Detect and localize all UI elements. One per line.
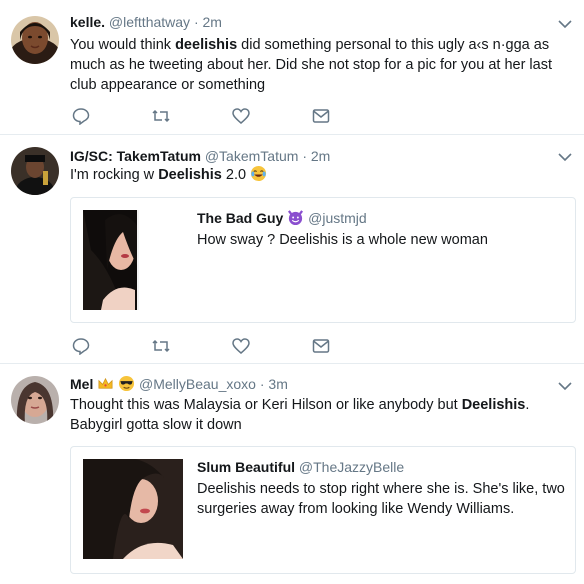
- timestamp[interactable]: 2m: [203, 14, 222, 30]
- like-icon[interactable]: [232, 107, 250, 125]
- quoted-tweet-image[interactable]: [83, 210, 183, 310]
- quoted-tweet-header: Slum Beautiful @TheJazzyBelle: [197, 457, 567, 477]
- quoted-tweet-text: Deelishis needs to stop right where she …: [197, 481, 565, 517]
- highlight-keyword: Deelishis: [158, 167, 222, 183]
- display-name[interactable]: kelle.: [70, 14, 105, 30]
- tears-of-joy-emoji-icon: [251, 165, 267, 182]
- tweet-header: kelle. @leftthatway · 2m: [70, 13, 222, 31]
- tweet-1[interactable]: kelle. @leftthatway · 2m You would think…: [0, 0, 584, 135]
- sunglasses-emoji-icon: [119, 375, 135, 392]
- tweet-text: I'm rocking w Deelishis 2.0: [70, 165, 575, 185]
- like-icon[interactable]: [232, 337, 250, 355]
- username[interactable]: @MellyBeau_xoxo: [139, 376, 256, 392]
- quoted-username[interactable]: @justmjd: [308, 210, 367, 226]
- retweet-icon[interactable]: [152, 337, 170, 355]
- chevron-down-icon[interactable]: [558, 152, 572, 162]
- separator: ·: [193, 14, 199, 30]
- timestamp[interactable]: 2m: [311, 148, 330, 164]
- separator: ·: [259, 376, 265, 392]
- display-name[interactable]: IG/SC: TakemTatum: [70, 148, 201, 164]
- tweet-actions: [72, 107, 342, 125]
- tweet-text: You would think deelishis did something …: [70, 37, 552, 93]
- username[interactable]: @leftthatway: [109, 14, 190, 30]
- tweet-2[interactable]: IG/SC: TakemTatum @TakemTatum · 2m I'm r…: [0, 135, 584, 364]
- chevron-down-icon[interactable]: [558, 19, 572, 29]
- quoted-username[interactable]: @TheJazzyBelle: [299, 459, 404, 475]
- highlight-keyword: Deelishis: [461, 397, 526, 413]
- tweet-header: Mel @MellyBeau_xoxo · 3m: [70, 375, 288, 393]
- reply-icon[interactable]: [72, 337, 90, 355]
- avatar[interactable]: [11, 16, 59, 64]
- quoted-tweet-body: Slum Beautiful @TheJazzyBelle Deelishis …: [197, 457, 567, 519]
- tweet-3[interactable]: Mel @MellyBeau_xoxo · 3m Thought this wa…: [0, 364, 584, 584]
- username[interactable]: @TakemTatum: [205, 148, 299, 164]
- direct-message-icon[interactable]: [312, 107, 330, 125]
- avatar[interactable]: [11, 147, 59, 195]
- smiling-devil-emoji-icon: [288, 210, 304, 226]
- quoted-tweet[interactable]: The Bad Guy @justmjd How sway ? Deelishi…: [70, 197, 576, 323]
- tweet-header: IG/SC: TakemTatum @TakemTatum · 2m: [70, 147, 330, 165]
- separator: ·: [302, 148, 307, 164]
- timestamp[interactable]: 3m: [268, 376, 287, 392]
- reply-icon[interactable]: [72, 107, 90, 125]
- tweet-text: Thought this was Malaysia or Keri Hilson…: [70, 397, 530, 433]
- quoted-display-name[interactable]: Slum Beautiful: [197, 459, 295, 475]
- quoted-tweet-image[interactable]: [83, 459, 183, 559]
- quoted-tweet-header: The Bad Guy @justmjd: [197, 208, 567, 228]
- quoted-display-name[interactable]: The Bad Guy: [197, 210, 283, 226]
- tweet-actions: [72, 337, 342, 355]
- chevron-down-icon[interactable]: [558, 381, 572, 391]
- retweet-icon[interactable]: [152, 107, 170, 125]
- display-name[interactable]: Mel: [70, 376, 93, 392]
- avatar[interactable]: [11, 376, 59, 424]
- direct-message-icon[interactable]: [312, 337, 330, 355]
- quoted-tweet-body: The Bad Guy @justmjd How sway ? Deelishi…: [197, 208, 567, 250]
- crown-emoji-icon: [98, 377, 113, 389]
- quoted-tweet[interactable]: Slum Beautiful @TheJazzyBelle Deelishis …: [70, 446, 576, 574]
- quoted-tweet-text: How sway ? Deelishis is a whole new woma…: [197, 232, 488, 248]
- highlight-keyword: deelishis: [175, 37, 238, 53]
